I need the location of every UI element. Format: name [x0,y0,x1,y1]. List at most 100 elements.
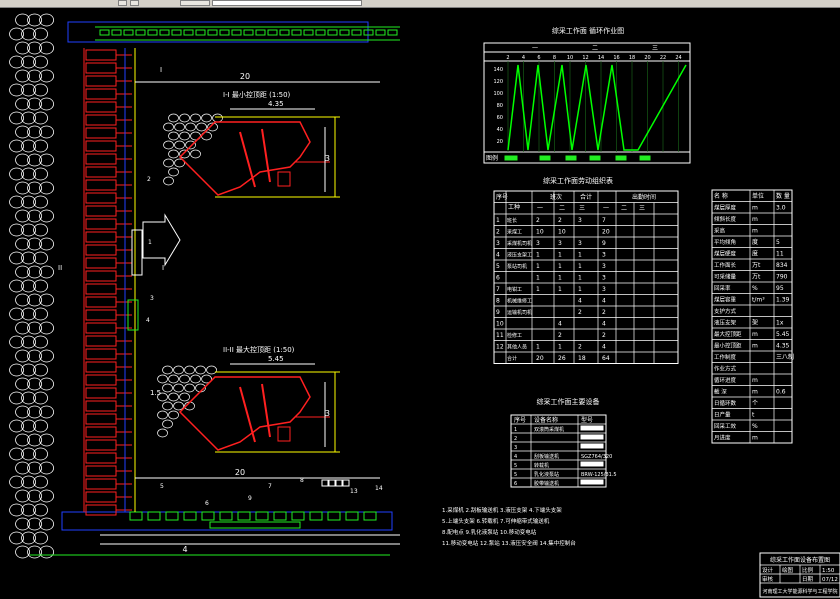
staff-row-value: 2 [602,332,606,339]
cycle-ytick-40: 40 [497,127,503,133]
staff-shift-col-1: 二 [559,205,565,212]
roadway-support [171,29,182,36]
staff-row-no: 9 [496,309,500,316]
rock-pebble [168,374,179,384]
hydraulic-support [85,49,117,61]
rock-pebble [206,365,217,375]
staff-row-value: 1 [578,252,582,259]
staff-row-value: 4 [602,344,606,351]
rock-pebble [190,374,201,384]
pump-unit [342,479,350,487]
hydraulic-support [85,309,117,321]
layer-icon[interactable] [118,0,127,6]
cad-drawing-canvas[interactable]: 20204III I1.512345678913 14 I-I 最小控顶距 (1:5… [0,7,840,599]
cycle-hour-16: 16 [613,55,619,61]
rock-pebble [195,365,206,375]
hydraulic-support [85,179,117,191]
hydraulic-support [85,361,117,373]
staff-row-value: 4 [578,298,582,305]
rock-pebble [168,131,179,141]
hydraulic-support [85,322,117,334]
roadway-support [207,29,218,36]
roadway-support [327,29,338,36]
staff-row-job: 采煤机司机 [507,240,532,247]
callout-6: 6 [205,500,209,507]
callout-3: 3 [150,295,154,302]
parameter-cell: 架 [752,319,758,327]
equipment-cell: BRW-125/31.5 [581,472,617,478]
cycle-hour-4: 4 [522,55,525,61]
staff-row-value: 1 [578,263,582,270]
parameter-cell: t/m³ [752,297,765,304]
parameter-header-2: 数 量 [776,192,790,200]
roadway-support [279,29,290,36]
hydraulic-support [85,205,117,217]
staff-row-no: 3 [496,240,500,247]
hydraulic-support [85,413,117,425]
rock-pebble [201,113,212,123]
parameter-cell: 834 [776,262,788,269]
rock-pebble [179,131,190,141]
section-title: II-II 最大控顶距 (1:50) [223,345,295,354]
title-block-draw: 绘图 [782,566,794,574]
shearer-body [277,171,291,187]
staff-row-job: 合计 [507,355,517,362]
staff-row-job: 泵站司机 [507,263,527,270]
staff-row-value: 20 [602,229,610,236]
rock-pebble [174,122,185,132]
parameter-cell: 5.45 [776,331,790,338]
rock-pebble [168,113,179,123]
roadway-support [303,29,314,36]
parameter-cell: 回采率 [714,284,731,292]
hydraulic-support [85,140,117,152]
legend-note-3: 11.移动变电站 12.泵站 13.液压安全阀 14.集中控制台 [442,539,576,547]
parameter-cell: 度 [752,238,758,246]
belt-conveyor [209,521,301,529]
hydraulic-support [85,452,117,464]
layer-dropdown[interactable] [212,0,362,6]
staff-shift-col-0: 一 [537,205,543,212]
roadway-support [273,511,287,521]
cycle-chart-title: 综采工作面 循环作业图 [552,26,624,35]
parameter-cell: m [752,228,758,235]
parameter-cell: 工作制度 [714,353,737,361]
staff-row-value: 2 [558,217,562,224]
staff-row-job: 机械维修工 [507,298,532,305]
rock-pebble [163,158,174,168]
staff-row-value: 3 [578,240,582,247]
pump-unit [321,479,329,487]
staff-row-value: 20 [536,355,544,362]
staff-row-value: 1 [558,275,562,282]
cycle-hour-12: 12 [582,55,588,61]
layer-state-icon[interactable] [130,0,139,6]
title-block-design: 设计 [762,566,774,574]
staff-row-value: 4 [602,321,606,328]
section-title: I-I 最小控顶距 (1:50) [223,90,291,99]
parameter-cell: m [752,435,758,442]
staff-row-no: 5 [496,263,500,270]
staff-row-value: 3 [602,286,606,293]
roadway-support [159,29,170,36]
cycle-legend-label: 图例 [486,154,498,162]
cycle-legend-bar [504,155,518,161]
rock-pebble [157,428,168,438]
upper-roadway [67,21,369,43]
rock-pebble [212,113,223,123]
hydraulic-support [85,400,117,412]
rock-pebble [157,410,168,420]
callout-4: 4 [146,317,150,324]
roadway-support [267,29,278,36]
hydraulic-support [85,153,117,165]
parameter-cell: 11 [776,251,784,258]
equipment-cell: 刮板输送机 [534,453,559,460]
equipment-redacted [580,425,604,431]
parameter-cell: 万t [752,262,761,269]
section-width-label: 5.45 [268,355,284,363]
staff-row-value: 1 [558,263,562,270]
title-block-date: 07/12 [822,577,838,583]
parameter-cell: 0.6 [776,389,786,396]
color-swatch-icon[interactable] [180,0,210,6]
cycle-ytick-80: 80 [497,103,503,109]
rock-pebble [162,365,173,375]
hydraulic-support [85,387,117,399]
